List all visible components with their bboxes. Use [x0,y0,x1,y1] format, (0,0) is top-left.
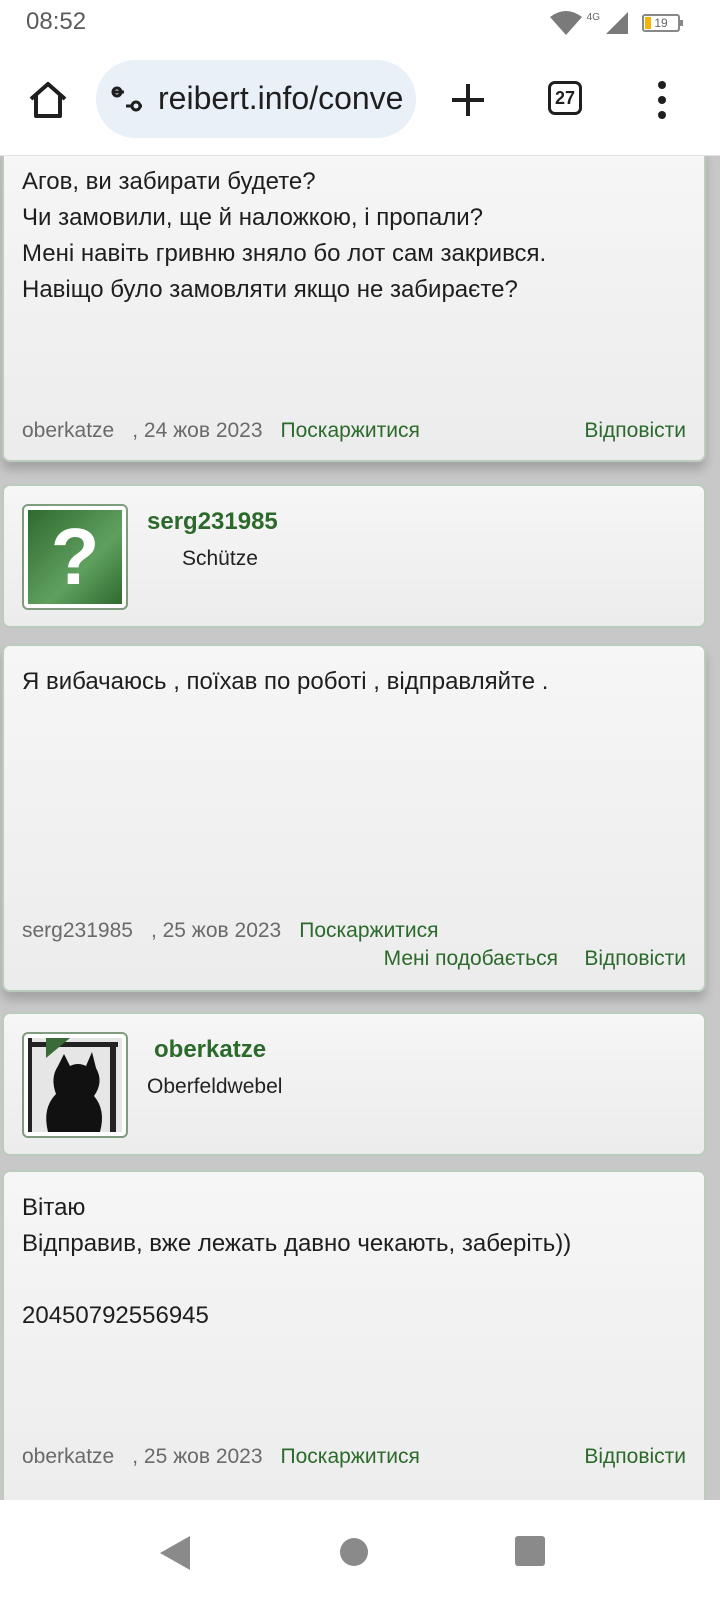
battery-icon: 19 [642,14,683,32]
plus-icon[interactable] [448,80,488,120]
avatar[interactable]: ? [22,504,128,610]
reply-link[interactable]: Відповісти [584,947,686,971]
message-date: , 25 жов 2023 [132,1445,263,1468]
username-link[interactable]: oberkatze [154,1036,266,1064]
tune-icon[interactable] [110,86,144,112]
message-meta: oberkatze , 24 жов 2023 Поскаржитися [22,419,420,443]
message-line: Відправив, вже лежать давно чекають, заб… [22,1230,572,1257]
message-line: 20450792556945 [22,1302,209,1329]
more-vert-icon[interactable] [652,78,672,122]
user-card: oberkatze Oberfeldwebel [2,1012,706,1156]
battery-level-text: 19 [654,16,668,30]
home-icon[interactable] [26,78,70,122]
tabs-icon[interactable]: 27 [548,81,582,115]
recents-icon[interactable] [515,1536,545,1566]
user-card: ? serg231985 Schütze [2,484,706,628]
message-card: Вітаю Відправив, вже лежать давно чекают… [2,1170,706,1500]
message-meta: oberkatze , 25 жов 2023 Поскаржитися [22,1445,420,1469]
message-date: , 25 жов 2023 [150,919,282,942]
message-line: Мені навіть гривню зняло бо лот сам закр… [22,240,547,267]
message-author[interactable]: oberkatze [22,419,114,442]
message-author[interactable]: oberkatze [22,1445,114,1468]
question-mark-avatar: ? [28,510,122,604]
signal-icon [606,12,628,34]
browser-toolbar: reibert.info/conversations 27 [0,48,720,156]
conversation-content[interactable]: Агов, ви забирати будете? Чи замовили, щ… [0,156,720,1500]
message-meta: serg231985 , 25 жов 2023 Поскаржитися [22,919,439,943]
report-link[interactable]: Поскаржитися [281,419,420,442]
report-link[interactable]: Поскаржитися [281,1445,420,1468]
cat-silhouette-avatar [28,1038,122,1132]
report-link[interactable]: Поскаржитися [299,919,438,942]
network-type-label: 4G [586,11,600,23]
message-line: Вітаю [22,1194,86,1221]
reply-link[interactable]: Відповісти [584,419,686,443]
address-bar[interactable]: reibert.info/conversations [96,60,416,138]
status-icons: 4G 19 [549,6,683,40]
avatar[interactable] [22,1032,128,1138]
url-text[interactable]: reibert.info/conversations [158,80,403,117]
home-circle-icon[interactable] [340,1538,368,1566]
message-date: , 24 жов 2023 [132,419,263,442]
status-bar: 08:52 4G 19 [0,0,720,48]
message-card: Агов, ви забирати будете? Чи замовили, щ… [2,156,706,462]
status-time: 08:52 [26,8,87,35]
wifi-icon [549,11,582,35]
message-line: Чи замовили, ще й наложкою, і пропали? [22,204,483,231]
message-line: Агов, ви забирати будете? [22,168,316,195]
reply-link[interactable]: Відповісти [584,1445,686,1469]
like-link[interactable]: Мені подобається [384,947,558,971]
message-card: Я вибачаюсь , поїхав по роботі , відправ… [2,644,706,992]
message-author[interactable]: serg231985 [22,919,133,942]
cat-silhouette-icon [28,1038,122,1132]
message-line: Я вибачаюсь , поїхав по роботі , відправ… [22,668,549,695]
back-icon[interactable] [160,1536,190,1570]
user-rank: Schütze [182,547,258,570]
user-rank: Oberfeldwebel [147,1075,283,1098]
system-nav-bar [0,1500,720,1600]
message-line: Навіщо було замовляти якщо не забираєте? [22,276,518,303]
username-link[interactable]: serg231985 [147,508,278,536]
